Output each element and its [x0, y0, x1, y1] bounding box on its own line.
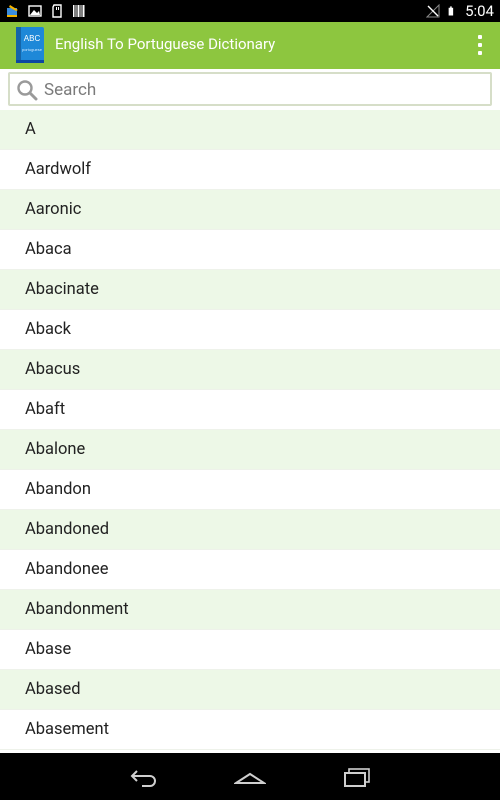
app-notification-icon [7, 5, 18, 17]
word-list-item[interactable]: Abandonee [0, 550, 500, 590]
sd-card-icon [52, 4, 62, 18]
word-list-item[interactable]: A [0, 110, 500, 150]
back-icon[interactable] [128, 765, 160, 789]
home-icon[interactable] [234, 765, 266, 789]
logo-text-bottom: portuguese [22, 47, 43, 52]
app-logo-icon: ABC portuguese [16, 27, 44, 63]
status-bar-notifications [6, 3, 86, 19]
word-list-item[interactable]: Abasement [0, 710, 500, 750]
status-bar: 5:04 [0, 0, 500, 22]
logo-text-top: ABC [24, 34, 41, 43]
barcode-icon [73, 5, 85, 17]
word-list-item[interactable]: Abandon [0, 470, 500, 510]
status-bar-system: 5:04 [426, 2, 494, 20]
search-icon [17, 80, 38, 101]
search-box [8, 72, 492, 106]
word-list-item[interactable]: Abaca [0, 230, 500, 270]
no-signal-icon [426, 4, 440, 18]
word-list-item[interactable]: Abandonment [0, 590, 500, 630]
word-list-item[interactable]: Abaft [0, 390, 500, 430]
word-list-item[interactable]: Abandoned [0, 510, 500, 550]
image-icon [28, 5, 42, 17]
status-time: 5:04 [465, 2, 494, 20]
battery-icon [448, 6, 454, 16]
word-list-item[interactable]: Abacus [0, 350, 500, 390]
navigation-bar [0, 753, 500, 800]
word-list-item[interactable]: Abase [0, 630, 500, 670]
recent-apps-icon[interactable] [342, 765, 374, 789]
word-list: A Aardwolf Aaronic Abaca Abacinate Aback Abacu… [0, 110, 500, 753]
app-title: English To Portuguese Dictionary [55, 35, 276, 53]
word-list-item[interactable]: Abacinate [0, 270, 500, 310]
search-input[interactable] [44, 78, 484, 102]
word-list-item[interactable]: Abased [0, 670, 500, 710]
word-list-item[interactable]: Aback [0, 310, 500, 350]
app-bar: ABC portuguese English To Portuguese Dic… [0, 22, 500, 69]
word-list-item[interactable]: Abalone [0, 430, 500, 470]
word-list-item[interactable]: Aaronic [0, 190, 500, 230]
overflow-menu-icon[interactable] [476, 35, 484, 55]
word-list-item[interactable]: Aardwolf [0, 150, 500, 190]
